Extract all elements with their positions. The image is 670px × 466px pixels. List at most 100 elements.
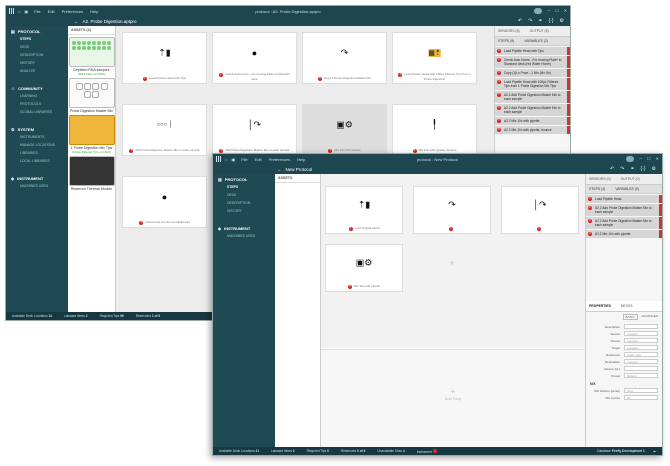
- step-card[interactable]: ● 9 Unload tips into the portal/tiphead: [122, 176, 207, 228]
- step-list-item[interactable]: 1 Load Pipette Head: [586, 195, 662, 203]
- sidebar-item-steps[interactable]: STEPS: [6, 35, 68, 43]
- destination-select[interactable]: <empty>: [624, 359, 658, 364]
- sidebar-item-analyze[interactable]: ANALYZE: [6, 67, 68, 75]
- maximize-icon[interactable]: ☐: [647, 156, 651, 162]
- redo-icon[interactable]: ↷: [620, 166, 624, 172]
- sidebar-section-community[interactable]: ☺ COMMUNITY: [6, 83, 68, 92]
- step-list-item[interactable]: 6 A2.2 Add Probe Digestion Master Mix to …: [495, 104, 570, 116]
- back-arrow-icon[interactable]: ←: [74, 19, 79, 24]
- target-select[interactable]: <empty>: [624, 345, 658, 350]
- sidebar-item-learning[interactable]: LEARNING: [6, 92, 68, 100]
- sidebar-item-description[interactable]: DESCRIPTION: [213, 199, 275, 207]
- mix-volume-field[interactable]: 70.0: [624, 388, 658, 393]
- home-icon[interactable]: ⌂: [225, 157, 227, 162]
- step-list-item[interactable]: 1 Load Pipette Head with Tips: [495, 47, 570, 55]
- volume-field[interactable]: [624, 366, 658, 371]
- source-select[interactable]: <empty>: [624, 331, 658, 336]
- asset-card[interactable]: 1 Probe Digestion Mix Tips (100µL Filter…: [68, 115, 115, 154]
- code-icon[interactable]: {·}: [549, 18, 554, 24]
- add-step-placeholder[interactable]: +: [413, 244, 491, 292]
- step-list-item[interactable]: 3 A2.2 Add Probe Digestion Master Mix to …: [586, 217, 662, 229]
- step-card[interactable]: ↷ 2: [413, 186, 491, 234]
- apps-grid-icon[interactable]: [216, 156, 222, 162]
- step-list-item[interactable]: 4 Load Pipette Head with 100µL Filtered T…: [495, 78, 570, 90]
- sidebar-section-protocol[interactable]: ▤ PROTOCOL: [6, 26, 68, 35]
- sidebar-section-system[interactable]: ⚙ SYSTEM: [6, 124, 68, 133]
- step-card[interactable]: ▣⚙ 7 Mix 10x with pipette: [302, 104, 387, 156]
- step-card[interactable]: │↷ 3: [501, 186, 579, 234]
- menu-preferences[interactable]: Preferences: [62, 9, 84, 14]
- home-icon[interactable]: ⌂: [18, 9, 20, 14]
- asset-card[interactable]: Reservoir Thermal Module: [68, 156, 115, 191]
- sidebar-item-instruments[interactable]: INSTRUMENTS: [6, 133, 68, 141]
- sidebar-item-machines-used[interactable]: MACHINES USED: [213, 232, 275, 240]
- step-card[interactable]: ● 2 Check Auto-home - the moving Plate to…: [212, 32, 297, 84]
- asset-card[interactable]: Probe Digestion Master Mix: [68, 78, 115, 113]
- tab-sensors[interactable]: SENSORS (8): [498, 29, 520, 33]
- redo-icon[interactable]: ↷: [528, 18, 532, 24]
- add-step-area[interactable]: + Add Step: [321, 349, 585, 447]
- source-select-2[interactable]: <empty>: [624, 338, 658, 343]
- minimize-icon[interactable]: ─: [639, 156, 642, 162]
- step-list-item[interactable]: 4 A2.2 Mix 10x with pipette: [586, 230, 662, 238]
- tab-steps[interactable]: STEPS (9): [498, 39, 514, 43]
- menu-edit[interactable]: Edit: [255, 157, 262, 162]
- sidebar-section-instrument[interactable]: ◈ INSTRUMENT: [213, 223, 275, 232]
- asset-card[interactable]: Depleted RNA samples (RNA Plate w/ HW4): [68, 37, 115, 76]
- maximize-icon[interactable]: ☐: [555, 8, 559, 14]
- sidebar-section-protocol[interactable]: ▤ PROTOCOL: [213, 174, 275, 183]
- sidebar-item-deck[interactable]: DECK: [213, 191, 275, 199]
- back-arrow-icon[interactable]: ←: [277, 167, 282, 172]
- tab-steps[interactable]: STEPS (4): [589, 187, 605, 191]
- sidebar-item-protocols[interactable]: PROTOCOLS: [6, 100, 68, 108]
- tab-sensors[interactable]: SENSORS (0): [589, 177, 611, 181]
- sidebar-item-manage-locations[interactable]: MANAGE LOCATIONS: [6, 141, 68, 149]
- step-list-item[interactable]: 7 A2.2 Mix 10x with pipette: [495, 117, 570, 125]
- step-card[interactable]: ▦⇡ 4 Load Pipette Head with 100µL Filtere…: [392, 32, 477, 84]
- preset-select[interactable]: Default: [624, 373, 658, 378]
- step-list-item[interactable]: 5 A2.2 Add Probe Digestion Master Mix to …: [495, 91, 570, 103]
- link-icon[interactable]: ⚭: [538, 18, 542, 24]
- tab-decks[interactable]: DECKS: [621, 304, 633, 308]
- step-card[interactable]: ○○○ │ 5 Add Probe Digestion Master Mix to…: [122, 104, 207, 156]
- mix-cycles-field[interactable]: 10: [624, 395, 658, 400]
- step-card[interactable]: │↷ 6 Add Probe Digestion Master Mix to ea…: [212, 104, 297, 156]
- sidebar-item-machines-used[interactable]: MACHINES USED: [6, 182, 68, 190]
- step-list-item[interactable]: 8 A2.2 Mix 10x with pipette, bounce: [495, 126, 570, 134]
- sidebar-item-local-libraries[interactable]: LOCAL LIBRARIES: [6, 157, 68, 165]
- sidebar-item-deck[interactable]: DECK: [6, 43, 68, 51]
- sidebar-item-steps[interactable]: STEPS: [213, 183, 275, 191]
- tab-variables[interactable]: VARIABLES (2): [524, 39, 548, 43]
- save-icon[interactable]: ▣: [24, 9, 28, 14]
- step-card[interactable]: ▣⚙ 4 Mix 10x with pipette: [325, 244, 403, 292]
- sidebar-item-history[interactable]: HISTORY: [6, 59, 68, 67]
- code-icon[interactable]: {·}: [641, 166, 646, 172]
- cloud-icon[interactable]: ☁: [653, 449, 656, 453]
- tab-properties[interactable]: PROPERTIES: [589, 304, 611, 308]
- menu-preferences[interactable]: Preferences: [269, 157, 291, 162]
- advanced-toggle[interactable]: ADVANCED: [642, 314, 658, 320]
- settings-icon[interactable]: ⚙: [560, 18, 564, 24]
- tab-variables[interactable]: VARIABLES (0): [615, 187, 639, 191]
- step-card[interactable]: ↷ 3 Copy 1 Probe Digestion Master Mix: [302, 32, 387, 84]
- sidebar-item-global-libraries[interactable]: GLOBAL LIBRARIES: [6, 108, 68, 116]
- undo-icon[interactable]: ↶: [610, 166, 614, 172]
- menu-file[interactable]: File: [241, 157, 247, 162]
- minimize-icon[interactable]: ─: [547, 8, 550, 14]
- step-list-item[interactable]: 3 Copy (1)Lo Prom - 1 Mix (Mx Gn): [495, 69, 570, 77]
- sidebar-section-instrument[interactable]: ◈ INSTRUMENT: [6, 173, 68, 182]
- menu-help[interactable]: Help: [90, 9, 98, 14]
- apps-grid-icon[interactable]: [9, 8, 15, 14]
- menu-file[interactable]: File: [34, 9, 40, 14]
- tab-output[interactable]: OUTPUT (0): [621, 177, 640, 181]
- undo-icon[interactable]: ↶: [518, 18, 522, 24]
- step-list-item[interactable]: 2 A2.2 Add Probe Digestion Master Mix to …: [586, 204, 662, 216]
- menu-help[interactable]: Help: [297, 157, 305, 162]
- avatar[interactable]: [626, 156, 635, 162]
- sidebar-item-description[interactable]: DESCRIPTION: [6, 51, 68, 59]
- link-icon[interactable]: ⚭: [630, 166, 634, 172]
- close-icon[interactable]: ✕: [564, 8, 567, 14]
- step-card[interactable]: ╿ 8 Mix 10x with pipette, bounce: [392, 104, 477, 156]
- reference-select[interactable]: Load: only: [624, 352, 658, 357]
- tab-output[interactable]: OUTPUT (8): [530, 29, 549, 33]
